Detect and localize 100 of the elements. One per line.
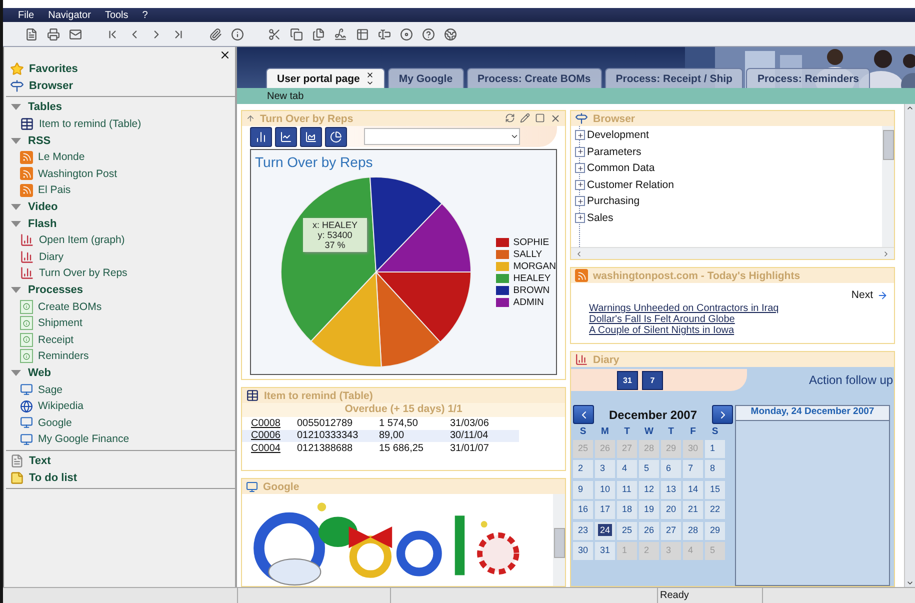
- calendar-day[interactable]: 30: [573, 542, 593, 560]
- calendar-day[interactable]: 5: [639, 460, 659, 478]
- new-tab-link[interactable]: New tab: [267, 90, 304, 102]
- code-link[interactable]: C0008: [251, 418, 297, 429]
- calendar-day[interactable]: 15: [705, 480, 725, 498]
- globe-icon[interactable]: [444, 28, 457, 40]
- calendar-day[interactable]: 6: [661, 460, 681, 478]
- menu-item[interactable]: File: [18, 10, 34, 20]
- sidebar-item[interactable]: Favorites: [29, 63, 78, 76]
- calendar-day[interactable]: 20: [661, 501, 681, 519]
- pie-chart-button[interactable]: [325, 126, 347, 146]
- tree-item[interactable]: Parameters: [587, 146, 642, 158]
- sidebar-item[interactable]: El Pais: [38, 184, 71, 196]
- tab[interactable]: User portal page: [266, 68, 385, 88]
- sidebar-item[interactable]: Text: [29, 454, 51, 467]
- calendar-day[interactable]: 23: [573, 522, 593, 540]
- expand-toggle[interactable]: [575, 130, 585, 140]
- calendar-day[interactable]: 3: [595, 460, 615, 478]
- tab[interactable]: Process: Reminders: [746, 68, 870, 88]
- area-chart-button[interactable]: [300, 126, 322, 146]
- sidebar-item[interactable]: Item to remind (Table): [39, 118, 142, 130]
- tree-item[interactable]: Common Data: [587, 162, 655, 174]
- calendar-day[interactable]: 11: [617, 480, 637, 498]
- sidebar-item[interactable]: Diary: [39, 250, 64, 263]
- table-row[interactable]: C0004 0121388688 15 686,25 31/01/07: [242, 442, 519, 454]
- calendar-day[interactable]: 22: [705, 501, 725, 519]
- sidebar-item[interactable]: Reminders: [38, 350, 89, 362]
- calendar-day[interactable]: 4: [617, 460, 637, 478]
- signature-icon[interactable]: [334, 28, 347, 40]
- last-icon[interactable]: [172, 28, 185, 40]
- expand-arrow-icon[interactable]: [11, 138, 21, 144]
- calendar-day[interactable]: 7: [683, 460, 703, 478]
- refresh-icon[interactable]: [505, 113, 515, 123]
- calendar-day[interactable]: 1: [705, 440, 725, 458]
- sidebar-item[interactable]: Receipt: [38, 334, 74, 346]
- expand-arrow-icon[interactable]: [11, 220, 21, 227]
- calendar-day[interactable]: 26: [639, 522, 659, 540]
- close-icon[interactable]: [219, 49, 231, 61]
- table-row[interactable]: C0008 0055012789 1 574,50 31/03/06: [242, 417, 519, 430]
- calendar-view-button[interactable]: 31: [617, 370, 638, 390]
- calendar-day[interactable]: 24: [595, 522, 615, 540]
- sidebar-group[interactable]: RSS: [28, 134, 51, 147]
- tree-item[interactable]: Customer Relation: [587, 178, 674, 190]
- text-field-icon[interactable]: [378, 28, 391, 40]
- expand-toggle[interactable]: [575, 163, 585, 173]
- code-link[interactable]: C0006: [251, 430, 297, 442]
- expand-arrow-icon[interactable]: [11, 370, 21, 376]
- calendar-day[interactable]: 14: [683, 480, 703, 498]
- calendar-day[interactable]: 10: [595, 480, 615, 498]
- copy-icon[interactable]: [290, 28, 303, 40]
- previous-month-button[interactable]: [573, 405, 594, 424]
- sidebar-group[interactable]: Tables: [28, 101, 62, 114]
- scissors-icon[interactable]: [268, 28, 281, 40]
- next-month-button[interactable]: [712, 405, 733, 424]
- calendar-day[interactable]: 29: [705, 522, 725, 540]
- tree-item[interactable]: Sales: [587, 212, 614, 224]
- menu-item[interactable]: Tools: [104, 10, 128, 20]
- pencil-icon[interactable]: [520, 113, 530, 123]
- expand-toggle[interactable]: [575, 180, 585, 190]
- sidebar-item[interactable]: Create BOMs: [38, 300, 102, 313]
- calendar-day[interactable]: 2: [573, 460, 593, 478]
- menu-item[interactable]: Navigator: [48, 10, 91, 20]
- sidebar-group[interactable]: Video: [28, 201, 58, 214]
- sidebar-group[interactable]: Flash: [28, 218, 57, 230]
- menu-item[interactable]: ?: [142, 10, 148, 20]
- calendar-day[interactable]: 19: [639, 501, 659, 519]
- calendar-view-button[interactable]: 7: [642, 370, 663, 390]
- calendar-day[interactable]: 27: [661, 522, 681, 540]
- sidebar-item[interactable]: Shipment: [38, 317, 82, 330]
- sidebar-group[interactable]: Web: [28, 366, 52, 379]
- tree-item[interactable]: Development: [587, 129, 649, 141]
- news-link[interactable]: Dollar's Fall Is Felt Around Globe: [589, 314, 888, 325]
- calendar-day[interactable]: 13: [661, 480, 681, 498]
- sidebar-item[interactable]: Browser: [29, 80, 74, 92]
- expand-toggle[interactable]: [575, 146, 585, 156]
- calendar-day[interactable]: 31: [595, 542, 615, 560]
- maximize-icon[interactable]: [535, 113, 545, 123]
- sidebar-item[interactable]: To do list: [29, 472, 78, 484]
- calendar-day[interactable]: 16: [573, 501, 593, 519]
- printer-icon[interactable]: [47, 28, 60, 40]
- help-icon[interactable]: [422, 28, 435, 40]
- next-link[interactable]: Next: [851, 289, 888, 301]
- expand-toggle[interactable]: [575, 196, 585, 206]
- close-icon[interactable]: [366, 70, 374, 78]
- scrollbar[interactable]: [904, 104, 915, 587]
- calendar-day[interactable]: 9: [573, 480, 593, 498]
- tree-item[interactable]: Purchasing: [587, 195, 640, 207]
- disc-icon[interactable]: [400, 28, 413, 40]
- calendar-day[interactable]: 25: [617, 522, 637, 540]
- expand-toggle[interactable]: [575, 212, 585, 222]
- expand-arrow-icon[interactable]: [11, 204, 21, 210]
- table-row[interactable]: C0006 01210333343 89,00 30/11/04: [242, 430, 519, 442]
- sidebar-item[interactable]: My Google Finance: [38, 433, 130, 446]
- news-link[interactable]: A Couple of Silent Nights in Iowa: [589, 325, 888, 336]
- calendar-day[interactable]: 28: [683, 522, 703, 540]
- sidebar-item[interactable]: Le Monde: [38, 151, 85, 164]
- expand-arrow-icon[interactable]: [11, 104, 21, 110]
- calendar-day[interactable]: 17: [595, 501, 615, 519]
- dropdown-field[interactable]: [364, 128, 520, 145]
- calendar-day[interactable]: 21: [683, 501, 703, 519]
